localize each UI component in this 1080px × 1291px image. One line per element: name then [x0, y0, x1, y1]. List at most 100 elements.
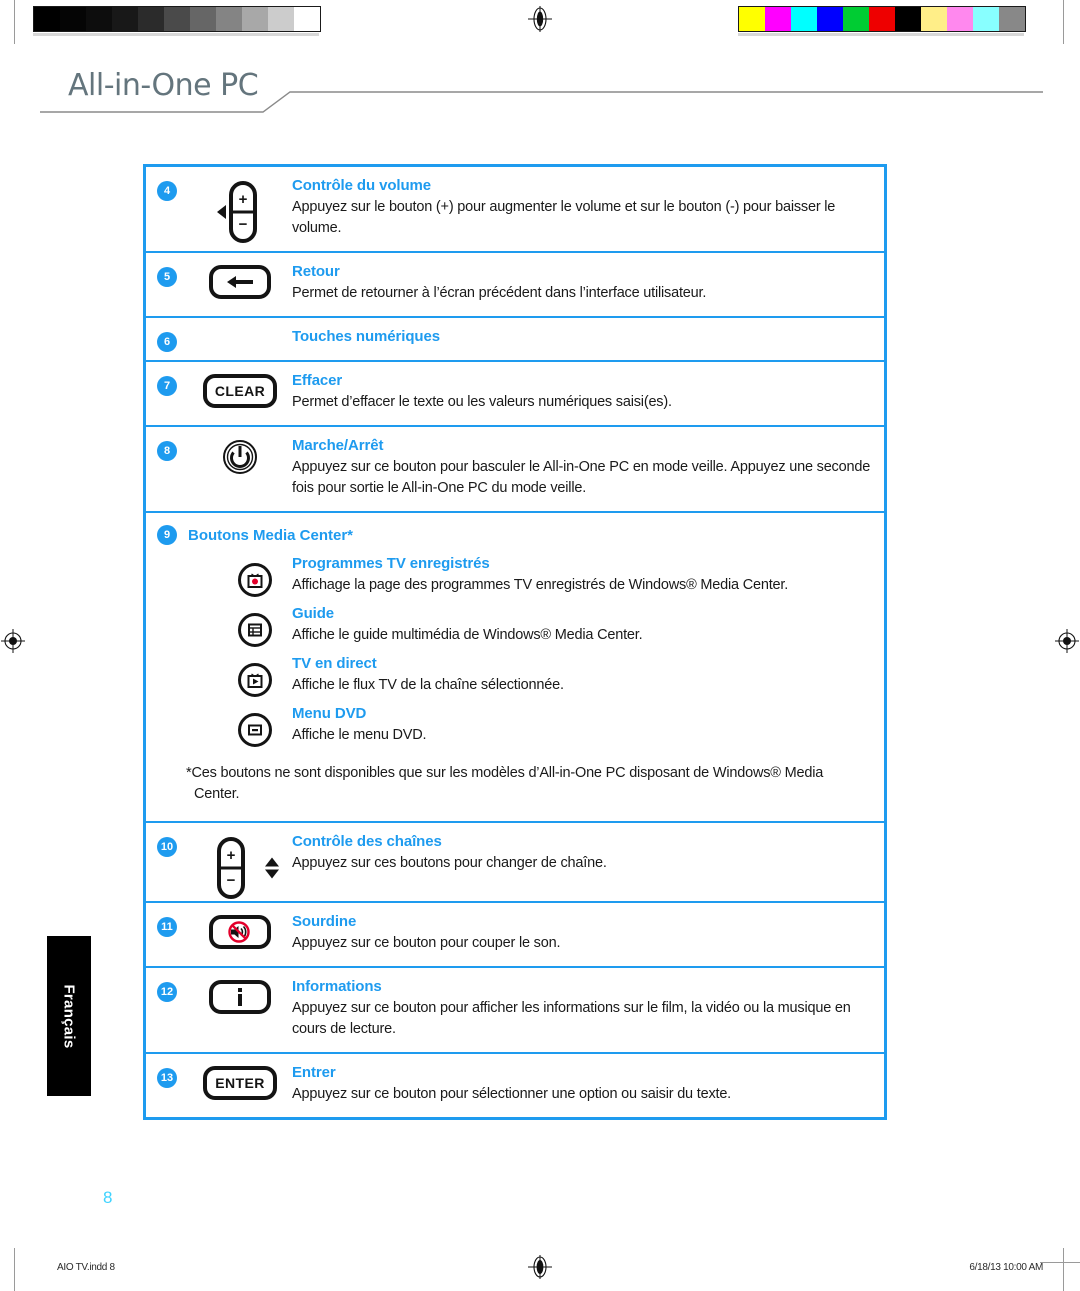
remote-control-buttons-table: 4 + − Contrôle du volume Appuyez sur le … — [143, 164, 887, 1121]
callout-badge: 10 — [157, 837, 177, 858]
media-center-item: Programmes TV enregistrés Affichage la p… — [146, 549, 884, 599]
color-swatch — [895, 7, 921, 31]
page-number: 8 — [103, 1188, 113, 1207]
crop-mark-bottom-left — [14, 1248, 15, 1291]
row-title: Informations — [292, 978, 382, 996]
row-icon-cell: + − — [188, 823, 292, 901]
row-text-cell: Entrer Appuyez sur ce bouton pour sélect… — [292, 1054, 884, 1117]
row-description: Affiche le guide multimédia de Windows® … — [292, 627, 643, 644]
row-number-cell: 7 — [146, 362, 188, 425]
table-row: 8 Marche/Arrêt Appuyez sur ce bouton pou… — [146, 427, 884, 514]
row-text-cell: Marche/Arrêt Appuyez sur ce bouton pour … — [292, 427, 884, 511]
row-text-cell: Informations Appuyez sur ce bouton pour … — [292, 968, 884, 1052]
row-description: Appuyez sur ces boutons pour changer de … — [292, 855, 607, 872]
color-swatch — [869, 7, 895, 31]
color-swatch — [947, 7, 973, 31]
row-text-cell: Programmes TV enregistrés Affichage la p… — [292, 555, 884, 597]
row-description: Appuyez sur ce bouton pour basculer le A… — [292, 459, 871, 497]
row-number-cell: 8 — [146, 427, 188, 511]
speaker-triangle-icon — [217, 205, 226, 219]
row-description: Affichage la page des programmes TV enre… — [292, 577, 789, 594]
color-swatch — [112, 7, 138, 31]
registration-mark-right — [1054, 628, 1080, 654]
callout-badge: 8 — [157, 441, 177, 462]
row-icon-cell: CLEAR — [188, 362, 292, 425]
row-description: Appuyez sur ce bouton pour afficher les … — [292, 1000, 851, 1038]
media-center-footnote: *Ces boutons ne sont disponibles que sur… — [186, 765, 824, 803]
row-title: Contrôle du volume — [292, 177, 432, 194]
grayscale-bar-shadow — [33, 33, 319, 36]
media-center-item: Guide Affiche le guide multimédia de Win… — [146, 599, 884, 649]
row-text-cell: TV en direct Affiche le flux TV de la ch… — [292, 655, 884, 697]
row-description: Permet de retourner à l’écran précédent … — [292, 285, 707, 302]
minus-glyph: − — [226, 872, 236, 890]
callout-badge: 12 — [157, 982, 177, 1003]
color-swatch — [973, 7, 999, 31]
media-center-item: TV en direct Affiche le flux TV de la ch… — [146, 649, 884, 699]
media-center-item: Menu DVD Affiche le menu DVD. — [146, 699, 884, 749]
header-rule — [40, 91, 1043, 113]
media-center-section: 9 Boutons Media Center* Programmes TV en… — [146, 513, 884, 824]
callout-badge: 4 — [157, 181, 177, 201]
color-swatch — [843, 7, 869, 31]
row-description: Appuyez sur ce bouton pour couper le son… — [292, 935, 561, 952]
recorded-tv-icon — [238, 563, 272, 598]
callout-badge: 7 — [157, 376, 177, 397]
back-arrow-button-icon — [209, 265, 271, 300]
volume-rocker-icon: + − — [217, 179, 263, 245]
row-title: Menu DVD — [292, 705, 367, 723]
footer-timestamp: 6/18/13 10:00 AM — [969, 1262, 1043, 1273]
table-row: 6 Touches numériques — [146, 318, 884, 363]
media-center-title: Boutons Media Center* — [188, 526, 354, 544]
callout-badge: 6 — [157, 332, 177, 353]
cmyk-color-bar — [738, 6, 1026, 32]
color-swatch — [268, 7, 294, 31]
registration-mark-bottom — [527, 1254, 553, 1280]
color-swatch — [190, 7, 216, 31]
dvd-menu-icon — [238, 713, 272, 748]
color-swatch — [216, 7, 242, 31]
row-number-cell: 6 — [146, 318, 188, 360]
row-title: TV en direct — [292, 655, 377, 673]
info-button-icon — [209, 980, 271, 1015]
row-title: Touches numériques — [292, 328, 440, 346]
row-icon-cell — [188, 427, 292, 511]
clear-button-icon: CLEAR — [202, 374, 278, 409]
callout-badge: 13 — [157, 1068, 177, 1089]
plus-glyph: + — [238, 191, 248, 208]
cmyk-bar-shadow — [738, 33, 1024, 36]
color-swatch — [138, 7, 164, 31]
color-swatch — [60, 7, 86, 31]
triangle-up-icon — [265, 857, 279, 867]
row-number-cell: 11 — [146, 903, 188, 966]
row-number-cell: 5 — [146, 253, 188, 316]
color-swatch — [242, 7, 268, 31]
color-swatch — [164, 7, 190, 31]
row-text-cell: Guide Affiche le guide multimédia de Win… — [292, 605, 884, 647]
row-description: Permet d’effacer le texte ou les valeurs… — [292, 394, 672, 411]
color-swatch — [921, 7, 947, 31]
row-text-cell: Menu DVD Affiche le menu DVD. — [292, 705, 884, 747]
crop-mark-horizontal-right — [1040, 1262, 1080, 1263]
row-icon-cell — [188, 318, 292, 360]
row-icon-cell — [218, 605, 292, 648]
color-swatch — [739, 7, 765, 31]
table-row: 12 Informations Appuyez sur ce bouton po… — [146, 968, 884, 1055]
row-icon-cell — [218, 555, 292, 598]
row-number-cell: 4 — [146, 167, 188, 251]
page-header: All-in-One PC — [0, 66, 1080, 122]
table-row: 10 + − Contrôle des chaînes Appuyez sur … — [146, 823, 884, 904]
row-title: Entrer — [292, 1064, 336, 1082]
row-description: Affiche le flux TV de la chaîne sélectio… — [292, 677, 564, 694]
table-row: 5 Retour Permet de retourner à l’écran p… — [146, 253, 884, 319]
row-text-cell: Retour Permet de retourner à l’écran pré… — [292, 253, 884, 316]
guide-icon — [238, 613, 272, 648]
table-row: 11 Sourdine Appuyez sur ce bouton pour c… — [146, 903, 884, 969]
row-title: Guide — [292, 605, 335, 623]
row-title: Sourdine — [292, 913, 357, 931]
color-swatch — [34, 7, 60, 31]
color-swatch — [791, 7, 817, 31]
enter-button-icon: ENTER — [203, 1066, 277, 1101]
grayscale-color-bar — [33, 6, 321, 32]
row-icon-cell — [188, 253, 292, 316]
